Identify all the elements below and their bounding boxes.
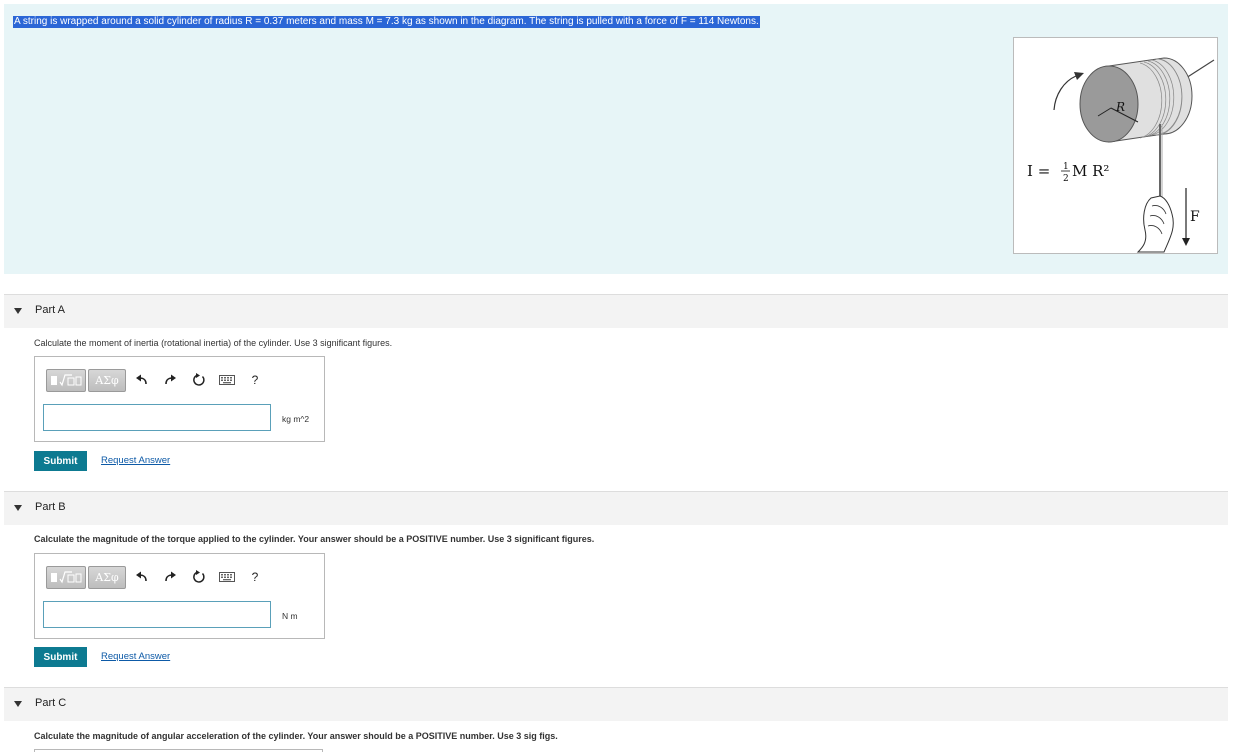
part-b-submit-button[interactable]: Submit <box>34 647 87 667</box>
undo-icon[interactable] <box>134 371 150 389</box>
templates-button[interactable] <box>46 566 86 589</box>
templates-button[interactable] <box>46 369 86 392</box>
caret-down-icon <box>14 308 22 314</box>
redo-icon[interactable] <box>162 568 178 586</box>
symbols-label: ΑΣφ <box>95 571 119 584</box>
help-label: ? <box>251 373 259 387</box>
reset-icon[interactable] <box>191 371 207 389</box>
undo-icon[interactable] <box>134 568 150 586</box>
part-a-unit: kg m^2 <box>282 414 310 424</box>
cylinder-figure: R F I = 1 2 M R² <box>1013 37 1218 254</box>
problem-panel: A string is wrapped around a solid cylin… <box>4 4 1228 274</box>
keyboard-icon[interactable] <box>219 568 235 586</box>
part-b-answer-box: ΑΣφ ? N m <box>34 553 325 639</box>
part-a-answer-input[interactable] <box>43 404 271 431</box>
part-b-header[interactable]: Part B <box>4 492 1228 525</box>
help-icon[interactable]: ? <box>247 568 263 586</box>
fraction-denominator: 2 <box>1063 174 1069 184</box>
keyboard-icon[interactable] <box>219 371 235 389</box>
inertia-suffix: M R² <box>1072 162 1109 180</box>
caret-down-icon <box>14 505 22 511</box>
part-a-title: Part A <box>35 304 65 316</box>
part-a-answer-box: ΑΣφ ? kg m^2 <box>34 356 325 442</box>
part-b-title: Part B <box>35 501 66 513</box>
symbols-button[interactable]: ΑΣφ <box>88 369 126 392</box>
reset-icon[interactable] <box>191 568 207 586</box>
part-b-unit: N m <box>282 611 298 621</box>
templates-icon <box>51 570 82 583</box>
part-b-answer-input[interactable] <box>43 601 271 628</box>
force-label: F <box>1190 209 1200 225</box>
part-a-header[interactable]: Part A <box>4 295 1228 328</box>
caret-down-icon <box>14 701 22 707</box>
cylinder-diagram: R F I = 1 2 M R² <box>1027 57 1215 253</box>
part-b-request-answer-link[interactable]: Request Answer <box>101 651 170 662</box>
part-a-submit-button[interactable]: Submit <box>34 451 87 471</box>
inertia-prefix: I = <box>1027 162 1050 180</box>
part-c-header[interactable]: Part C <box>4 688 1228 721</box>
fraction-numerator: 1 <box>1063 162 1069 172</box>
problem-statement: A string is wrapped around a solid cylin… <box>13 16 760 28</box>
symbols-button[interactable]: ΑΣφ <box>88 566 126 589</box>
help-icon[interactable]: ? <box>247 371 263 389</box>
part-a-request-answer-link[interactable]: Request Answer <box>101 455 170 466</box>
part-a-instruction: Calculate the moment of inertia (rotatio… <box>34 338 393 348</box>
templates-icon <box>51 373 82 386</box>
part-b-instruction: Calculate the magnitude of the torque ap… <box>34 534 595 544</box>
part-c-instruction: Calculate the magnitude of angular accel… <box>34 731 558 741</box>
help-label: ? <box>251 570 259 584</box>
radius-label: R <box>1115 100 1125 114</box>
symbols-label: ΑΣφ <box>95 374 119 387</box>
redo-icon[interactable] <box>162 371 178 389</box>
part-c-title: Part C <box>35 697 67 709</box>
